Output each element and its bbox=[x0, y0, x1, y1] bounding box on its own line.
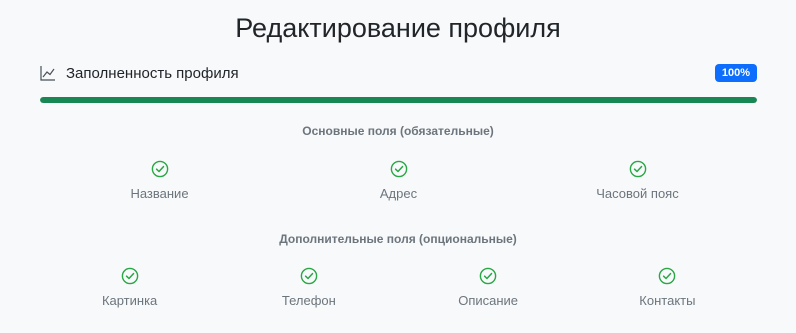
field-label: Контакты bbox=[639, 293, 696, 308]
field-status-item: Описание bbox=[399, 267, 578, 308]
field-label: Описание bbox=[458, 293, 519, 308]
field-status-item: Картинка bbox=[40, 267, 219, 308]
field-label: Телефон bbox=[281, 293, 336, 308]
field-status-item: Телефон bbox=[219, 267, 398, 308]
check-circle-icon bbox=[300, 267, 318, 285]
field-status-item: Название bbox=[40, 160, 279, 201]
check-circle-icon bbox=[658, 267, 676, 285]
profile-progress-fill bbox=[40, 97, 757, 103]
field-status-item: Контакты bbox=[578, 267, 757, 308]
profile-progress-bar bbox=[40, 97, 757, 103]
check-circle-icon bbox=[479, 267, 497, 285]
check-circle-icon bbox=[121, 267, 139, 285]
check-circle-icon bbox=[390, 160, 408, 178]
field-status-item: Адрес bbox=[279, 160, 518, 201]
required-fields-list: Название Адрес Часовой пояс bbox=[40, 160, 757, 201]
line-chart-icon bbox=[40, 65, 56, 81]
field-status-item: Часовой пояс bbox=[518, 160, 757, 201]
profile-completeness-label: Заполненность профиля bbox=[66, 64, 239, 82]
field-label: Адрес bbox=[379, 186, 418, 201]
page-title: Редактирование профиля bbox=[235, 13, 561, 43]
check-circle-icon bbox=[629, 160, 647, 178]
required-fields-heading: Основные поля (обязательные) bbox=[302, 124, 494, 138]
optional-fields-heading: Дополнительные поля (опциональные) bbox=[279, 232, 517, 246]
optional-fields-list: Картинка Телефон Описание Контакты bbox=[40, 267, 757, 308]
check-circle-icon bbox=[151, 160, 169, 178]
field-label: Часовой пояс bbox=[596, 186, 679, 201]
field-label: Название bbox=[130, 186, 189, 201]
profile-completeness-row: Заполненность профиля 100% bbox=[40, 60, 757, 86]
completeness-percent-badge: 100% bbox=[714, 64, 757, 82]
field-label: Картинка bbox=[101, 293, 158, 308]
profile-edit-page: Редактирование профиля Заполненность про… bbox=[0, 0, 796, 333]
